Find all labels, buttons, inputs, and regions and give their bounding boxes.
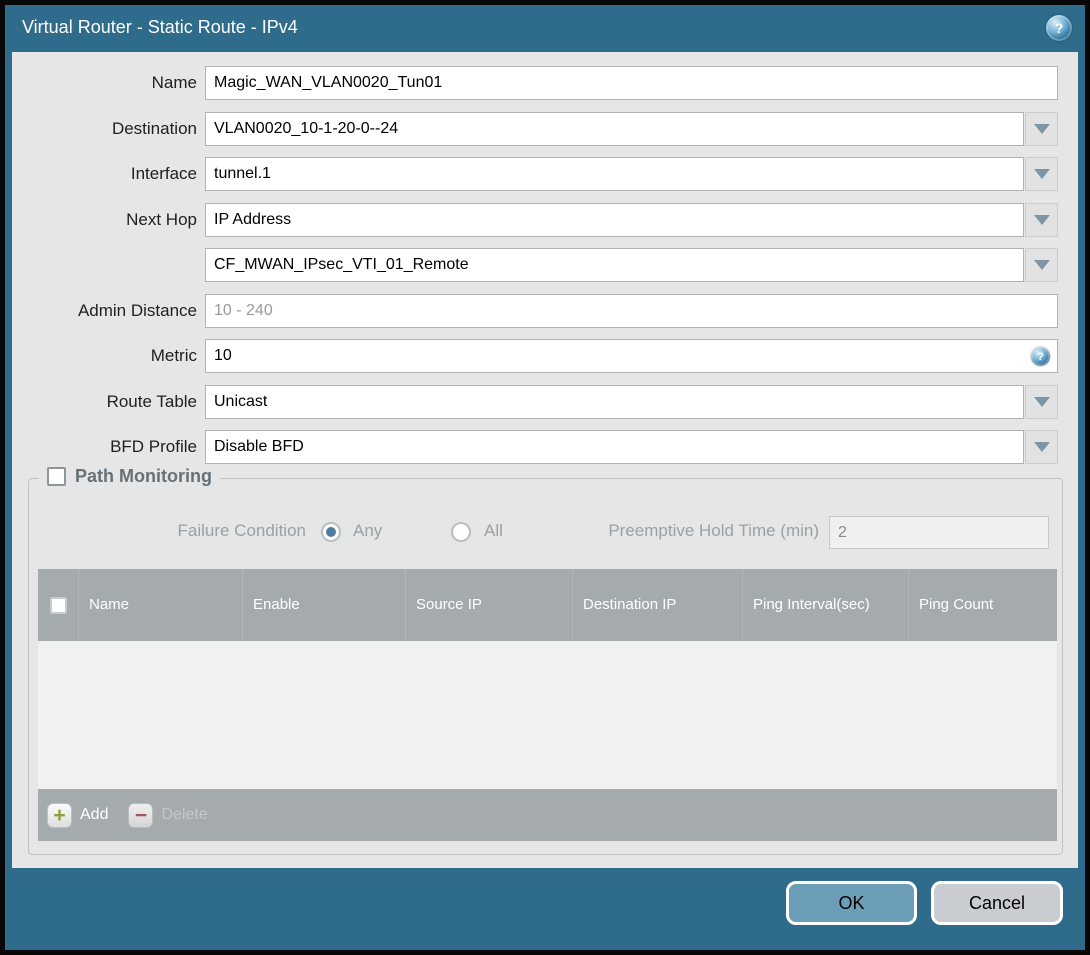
metric-input[interactable] [205, 339, 1058, 373]
add-button-label: Add [80, 806, 109, 823]
form-row-route-table: Route Table [12, 385, 1066, 419]
failure-condition-row: Failure Condition Any All Preemptive Hol… [29, 516, 1062, 549]
next-hop-label: Next Hop [126, 210, 197, 229]
chevron-down-icon [1033, 169, 1050, 179]
table-toolbar: + Add − Delete [38, 789, 1057, 841]
form-row-interface: Interface [12, 157, 1066, 191]
ok-button[interactable]: OK [786, 881, 917, 925]
chevron-down-icon [1033, 215, 1050, 225]
add-button[interactable]: + Add [47, 802, 109, 828]
path-monitoring-section: Path Monitoring Failure Condition Any Al… [28, 466, 1063, 855]
dialog-titlebar: Virtual Router - Static Route - IPv4 ? [5, 5, 1085, 52]
next-hop-dropdown-button[interactable] [1025, 203, 1058, 237]
path-monitoring-legend: Path Monitoring [39, 466, 220, 487]
name-label: Name [151, 73, 197, 92]
help-icon[interactable]: ? [1046, 15, 1072, 41]
next-hop-address-input[interactable] [205, 248, 1024, 282]
table-header-select [38, 569, 79, 641]
table-header-enable[interactable]: Enable [243, 569, 406, 641]
form-row-next-hop: Next Hop [12, 203, 1066, 237]
form-row-destination: Destination [12, 112, 1066, 146]
bfd-profile-label: BFD Profile [110, 437, 197, 456]
route-table-label: Route Table [106, 392, 197, 411]
chevron-down-icon [1033, 397, 1050, 407]
bfd-profile-input[interactable] [205, 430, 1024, 464]
form-row-admin-distance: Admin Distance [12, 294, 1066, 328]
destination-input[interactable] [205, 112, 1024, 146]
next-hop-address-dropdown-button[interactable] [1025, 248, 1058, 282]
dialog-title: Virtual Router - Static Route - IPv4 [22, 17, 298, 37]
preemptive-hold-time-label: Preemptive Hold Time (min) [608, 521, 819, 540]
admin-distance-label: Admin Distance [77, 301, 197, 320]
failure-condition-all-radio[interactable] [451, 522, 471, 542]
form-row-next-hop-address [12, 248, 1066, 282]
table-body-empty [38, 641, 1057, 789]
delete-button[interactable]: − Delete [128, 802, 208, 828]
metric-label: Metric [150, 346, 197, 365]
table-header-row: Name Enable Source IP Destination IP Pin… [38, 569, 1057, 641]
delete-button-label: Delete [161, 806, 208, 823]
form-row-metric: Metric ? [12, 339, 1066, 373]
path-monitoring-checkbox[interactable] [47, 467, 66, 486]
table-header-destination-ip[interactable]: Destination IP [573, 569, 743, 641]
bfd-profile-dropdown-button[interactable] [1025, 430, 1058, 464]
chevron-down-icon [1033, 260, 1050, 270]
name-input[interactable] [205, 66, 1058, 100]
form-row-bfd-profile: BFD Profile [12, 430, 1066, 464]
cancel-button[interactable]: Cancel [931, 881, 1063, 925]
destination-dropdown-button[interactable] [1025, 112, 1058, 146]
metric-help-icon[interactable]: ? [1031, 347, 1050, 366]
path-monitoring-title: Path Monitoring [75, 466, 212, 486]
minus-icon: − [128, 802, 154, 828]
interface-input[interactable] [205, 157, 1024, 191]
dialog-content: Name Destination Interface [12, 52, 1078, 868]
preemptive-hold-time-input[interactable] [829, 516, 1049, 549]
route-table-dropdown-button[interactable] [1025, 385, 1058, 419]
path-monitoring-table: Name Enable Source IP Destination IP Pin… [38, 569, 1057, 841]
form-row-name: Name [12, 66, 1066, 100]
table-header-source-ip[interactable]: Source IP [406, 569, 573, 641]
destination-label: Destination [111, 119, 197, 138]
radio-selected-dot [326, 527, 336, 537]
dialog-window: Virtual Router - Static Route - IPv4 ? N… [5, 5, 1085, 950]
failure-condition-label: Failure Condition [177, 521, 306, 540]
route-table-input[interactable] [205, 385, 1024, 419]
table-header-ping-interval[interactable]: Ping Interval(sec) [743, 569, 909, 641]
chevron-down-icon [1033, 124, 1050, 134]
table-header-ping-count[interactable]: Ping Count [909, 569, 1057, 641]
plus-icon: + [47, 802, 72, 828]
select-all-checkbox[interactable] [49, 596, 67, 614]
next-hop-input[interactable] [205, 203, 1024, 237]
admin-distance-input[interactable] [205, 294, 1058, 328]
failure-condition-any-label: Any [353, 521, 383, 540]
interface-dropdown-button[interactable] [1025, 157, 1058, 191]
chevron-down-icon [1033, 442, 1050, 452]
table-header-name[interactable]: Name [79, 569, 243, 641]
failure-condition-any-radio[interactable] [321, 522, 341, 542]
interface-label: Interface [130, 164, 197, 183]
